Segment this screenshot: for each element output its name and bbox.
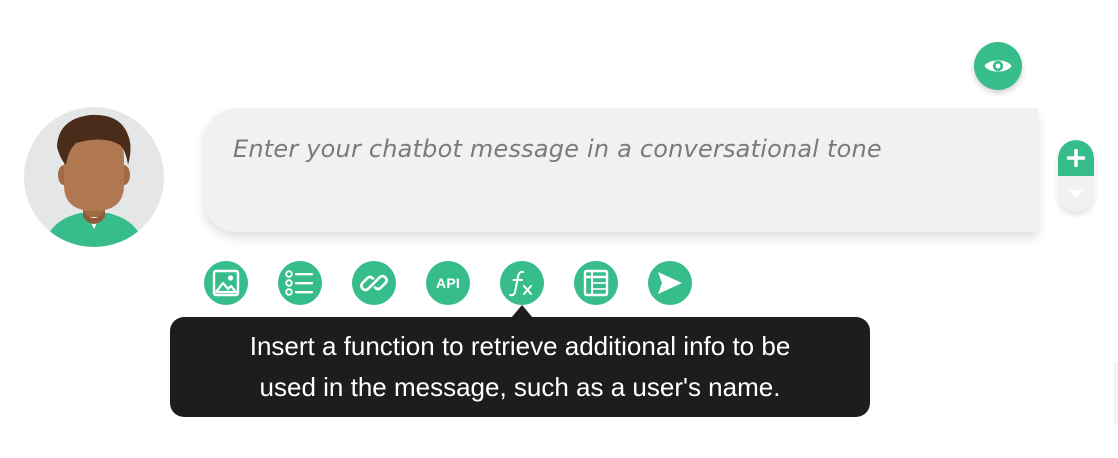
function-icon <box>509 270 532 297</box>
send-message-button[interactable] <box>648 261 692 305</box>
add-message-button[interactable] <box>1058 140 1094 176</box>
insert-list-button[interactable] <box>278 261 322 305</box>
plus-icon <box>1067 149 1085 167</box>
move-down-button[interactable] <box>1058 176 1094 212</box>
insert-function-button[interactable] <box>500 261 544 305</box>
table-icon <box>583 269 609 297</box>
insert-api-button[interactable]: API <box>426 261 470 305</box>
tooltip-line: used in the message, such as a user's na… <box>259 372 781 402</box>
chevron-down-icon <box>1069 190 1083 198</box>
tooltip-line: Insert a function to retrieve additional… <box>249 331 791 361</box>
scroll-edge <box>1114 362 1118 424</box>
message-placeholder: Enter your chatbot message in a conversa… <box>233 135 882 163</box>
send-icon <box>658 272 682 294</box>
message-input[interactable]: Enter your chatbot message in a conversa… <box>203 108 1038 232</box>
message-side-controls <box>1058 140 1094 212</box>
function-tooltip: Insert a function to retrieve additional… <box>170 317 870 417</box>
eye-icon <box>984 60 1012 72</box>
bot-avatar <box>24 107 164 247</box>
insert-image-button[interactable] <box>204 261 248 305</box>
image-icon <box>212 269 240 297</box>
preview-button[interactable] <box>974 42 1022 90</box>
list-icon <box>285 270 313 296</box>
api-icon: API <box>436 275 460 291</box>
insert-link-button[interactable] <box>352 261 396 305</box>
tooltip-text: Insert a function to retrieve additional… <box>200 326 840 408</box>
insert-table-button[interactable] <box>574 261 618 305</box>
link-icon <box>360 274 388 292</box>
